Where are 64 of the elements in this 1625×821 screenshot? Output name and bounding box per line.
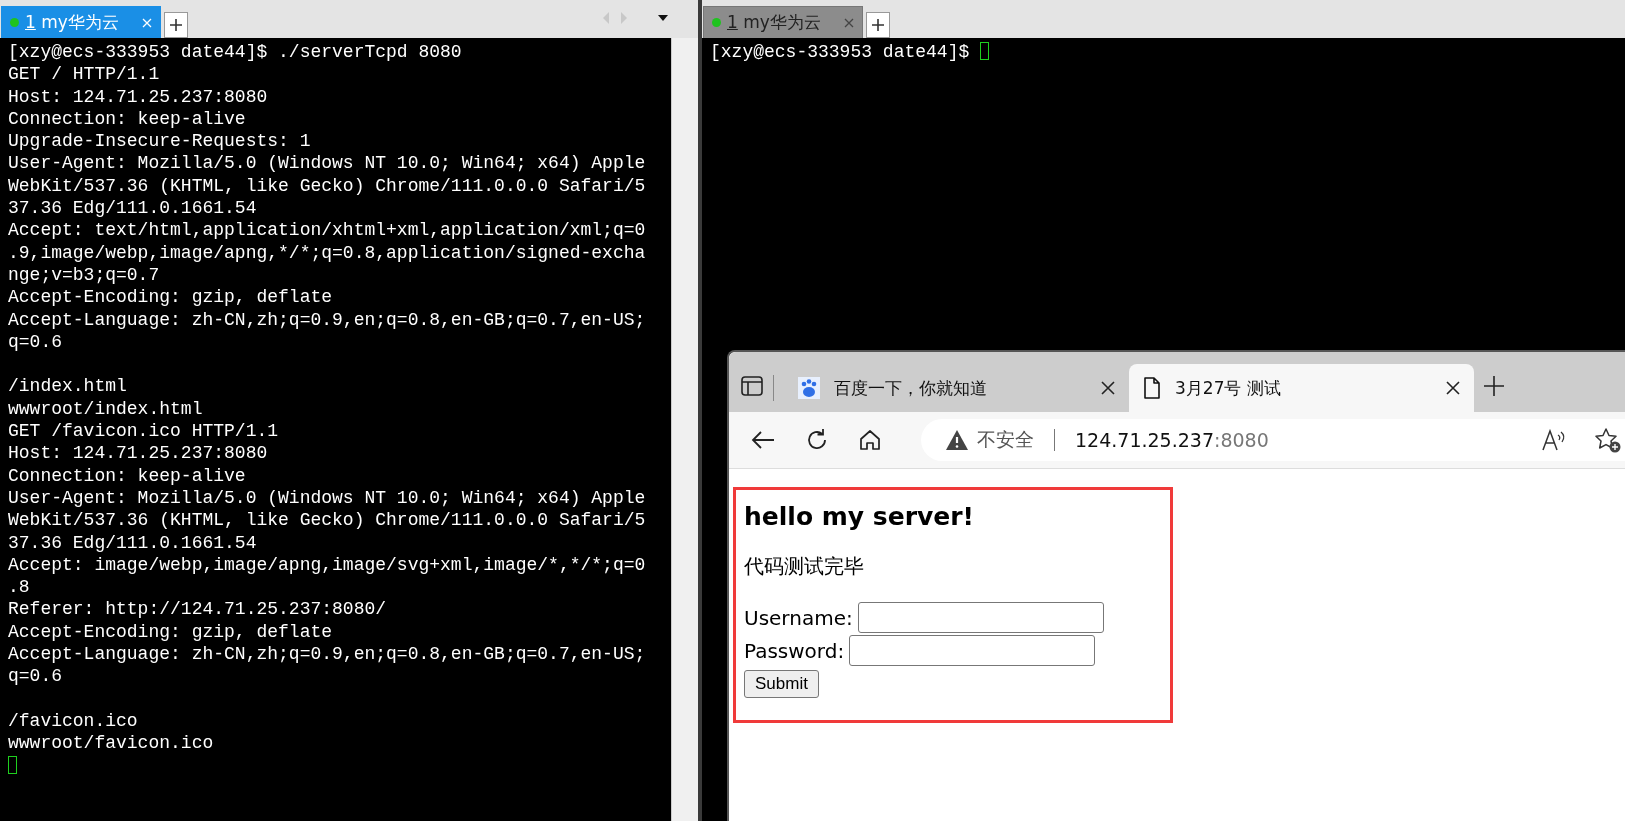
- terminal-line: q=0.6: [8, 331, 62, 352]
- terminal-line: Host: 124.71.25.237:8080: [8, 86, 268, 107]
- status-dot-icon: [712, 18, 721, 27]
- terminal-line: Host: 124.71.25.237:8080: [8, 443, 268, 464]
- terminal-line: .8: [8, 577, 30, 598]
- terminal-line: Upgrade-Insecure-Requests: 1: [8, 131, 311, 152]
- new-tab-icon[interactable]: [1484, 376, 1504, 396]
- terminal-line: 37.36 Edg/111.0.1661.54: [8, 532, 257, 553]
- terminal-line: Connection: keep-alive: [8, 465, 246, 486]
- terminal-line: Connection: keep-alive: [8, 108, 246, 129]
- terminal-line: Accept-Language: zh-CN,zh;q=0.9,en;q=0.8,en-GB;q=0.7,en-US;: [8, 644, 646, 664]
- url-text: 124.71.25.237:8080: [1075, 429, 1269, 451]
- terminal-line: User-Agent: Mozilla/5.0 (Windows NT 10.0; Win64; x64) Apple: [8, 153, 646, 174]
- terminal-line: /favicon.ico: [8, 710, 138, 731]
- read-aloud-icon[interactable]: [1541, 429, 1567, 451]
- close-icon[interactable]: [1101, 381, 1115, 395]
- input-field[interactable]: [857, 602, 1104, 633]
- terminal-line: 37.36 Edg/111.0.1661.54: [8, 198, 257, 219]
- plus-icon[interactable]: [164, 12, 188, 38]
- close-icon[interactable]: [1446, 381, 1460, 395]
- terminal-line: [xzy@ecs-333953 date44]$ ./serverTcpd 8080: [8, 42, 462, 62]
- warning-icon: [945, 429, 969, 451]
- terminal-line: Accept-Encoding: gzip, deflate: [8, 287, 333, 308]
- favorite-icon[interactable]: [1595, 427, 1621, 453]
- page-text: 代码测试完毕: [744, 553, 865, 580]
- terminal-line: GET /favicon.ico HTTP/1.1: [8, 421, 279, 442]
- page-heading: hello my server!: [744, 502, 975, 531]
- field-label: Username:: [744, 605, 853, 630]
- document-icon: [1143, 377, 1161, 399]
- terminal-line: wwwroot/index.html: [8, 398, 203, 419]
- home-icon[interactable]: [859, 429, 881, 451]
- cursor-icon: [980, 42, 990, 60]
- status-dot-icon: [10, 18, 19, 27]
- terminal-line: Accept: image/webp,image/apng,image/svg+xml,image/*,*/*;q=0: [8, 554, 646, 575]
- submit-button[interactable]: Submit: [744, 670, 819, 698]
- security-label: 不安全: [977, 427, 1034, 452]
- sidebar-icon[interactable]: [741, 376, 763, 396]
- terminal-line: .9,image/webp,image/apng,*/*;q=0.8,application/signed-excha: [8, 242, 646, 263]
- paw-icon: [798, 377, 820, 399]
- plus-icon[interactable]: [866, 12, 890, 38]
- browser-tab[interactable]: 百度一下，你就知道: [784, 364, 1129, 412]
- terminal-line: Referer: http://124.71.25.237:8080/: [8, 599, 387, 620]
- terminal-line: Accept-Language: zh-CN,zh;q=0.9,en;q=0.8,en-GB;q=0.7,en-US;: [8, 309, 646, 330]
- dropdown-icon[interactable]: [658, 15, 668, 21]
- terminal-line: q=0.6: [8, 666, 62, 687]
- terminal-line: nge;v=b3;q=0.7: [8, 264, 160, 285]
- terminal-line: /index.html: [8, 376, 127, 397]
- terminal-line: WebKit/537.36 (KHTML, like Gecko) Chrome/111.0.0.0 Safari/5: [8, 510, 646, 531]
- terminal-line: [xzy@ecs-333953 date44]$: [710, 42, 971, 62]
- terminal-line: wwwroot/favicon.ico: [8, 733, 214, 754]
- terminal-line: Accept-Encoding: gzip, deflate: [8, 621, 333, 642]
- input-field[interactable]: [849, 635, 1096, 666]
- cursor-icon: [8, 755, 17, 774]
- scrollbar[interactable]: [671, 38, 698, 821]
- terminal-line: User-Agent: Mozilla/5.0 (Windows NT 10.0; Win64; x64) Apple: [8, 487, 646, 508]
- terminal-line: GET / HTTP/1.1: [8, 64, 160, 85]
- back-icon[interactable]: [751, 430, 775, 450]
- terminal-line: WebKit/537.36 (KHTML, like Gecko) Chrome/111.0.0.0 Safari/5: [8, 175, 646, 196]
- browser-tab[interactable]: 3月27号 测试: [1129, 364, 1474, 412]
- terminal-line: Accept: text/html,application/xhtml+xml,application/xml;q=0: [8, 220, 646, 241]
- address-bar[interactable]: 不安全 124.71.25.237:8080: [921, 419, 1625, 461]
- terminal-tab[interactable]: 1 my华为云: [703, 6, 863, 38]
- field-label: Password:: [744, 638, 845, 663]
- refresh-icon[interactable]: [805, 428, 829, 452]
